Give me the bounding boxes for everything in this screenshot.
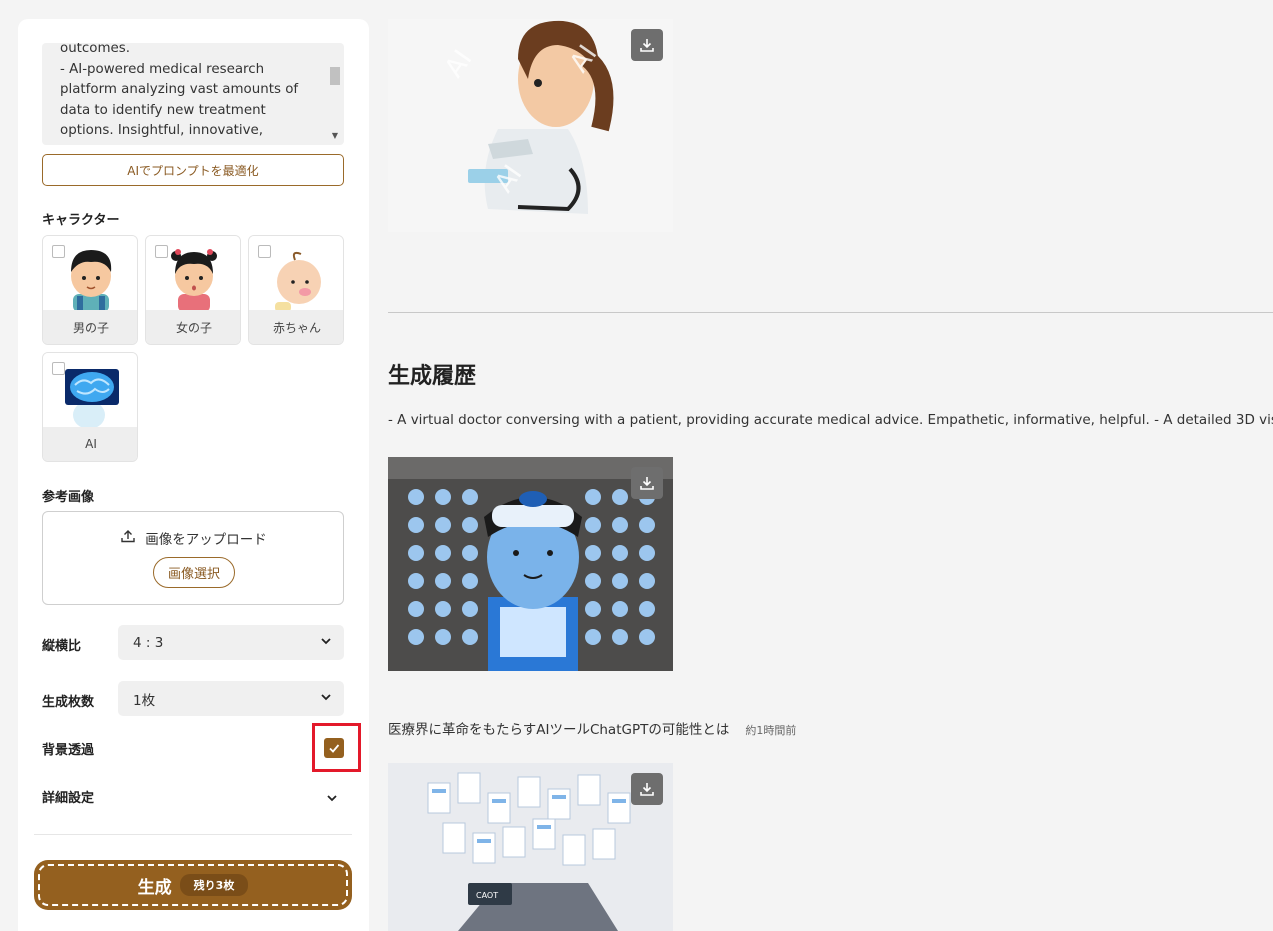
transparent-bg-checkbox[interactable] bbox=[324, 738, 344, 758]
download-button[interactable] bbox=[631, 467, 663, 499]
download-icon bbox=[640, 39, 654, 52]
download-icon bbox=[640, 477, 654, 490]
character-card-boy[interactable]: 男の子 bbox=[42, 235, 138, 345]
checkmark-icon bbox=[329, 744, 340, 753]
character-card-ai[interactable]: AI bbox=[42, 352, 138, 462]
character-checkbox-baby[interactable] bbox=[258, 245, 271, 258]
character-label: 女の子 bbox=[146, 310, 240, 344]
generate-button[interactable]: 生成 残り3枚 bbox=[34, 860, 352, 910]
prompt-textarea[interactable]: outcomes. - AI-powered medical research … bbox=[42, 43, 344, 145]
upload-label: 画像をアップロード bbox=[145, 532, 267, 548]
textarea-scrollbar[interactable]: ▼ bbox=[330, 47, 340, 141]
aspect-ratio-select[interactable]: 4 : 3 bbox=[118, 625, 344, 660]
image-count-value: 1枚 bbox=[133, 692, 156, 709]
divider bbox=[34, 834, 352, 835]
character-label: AI bbox=[43, 427, 137, 461]
history-item-time: 約1時間前 bbox=[745, 724, 797, 737]
scrollbar-thumb[interactable] bbox=[330, 67, 340, 85]
character-checkbox-girl[interactable] bbox=[155, 245, 168, 258]
advanced-settings-label[interactable]: 詳細設定 bbox=[42, 787, 94, 806]
download-button[interactable] bbox=[631, 29, 663, 61]
aspect-ratio-value: 4 : 3 bbox=[133, 634, 164, 651]
character-section-title: キャラクター bbox=[42, 213, 120, 228]
select-image-button[interactable]: 画像選択 bbox=[153, 557, 235, 588]
scroll-down-arrow-icon[interactable]: ▼ bbox=[330, 131, 340, 141]
chevron-down-icon bbox=[320, 691, 332, 707]
character-checkbox-ai[interactable] bbox=[52, 362, 65, 375]
download-icon bbox=[640, 783, 654, 796]
history-item-title: 医療界に革命をもたらすAIツールChatGPTの可能性とは bbox=[388, 722, 730, 738]
generate-label: 生成 bbox=[137, 877, 172, 898]
prompt-text: outcomes. - AI-powered medical research … bbox=[60, 43, 299, 138]
history-title: 生成履歴 bbox=[388, 364, 477, 389]
transparent-bg-label: 背景透過 bbox=[42, 743, 95, 758]
character-card-girl[interactable]: 女の子 bbox=[145, 235, 241, 345]
aspect-ratio-label: 縦横比 bbox=[42, 639, 82, 654]
upload-icon bbox=[121, 529, 135, 547]
svg-text:CAOT: CAOT bbox=[476, 891, 498, 900]
settings-sidebar: outcomes. - AI-powered medical research … bbox=[18, 19, 369, 931]
image-count-select[interactable]: 1枚 bbox=[118, 681, 344, 716]
character-card-baby[interactable]: 赤ちゃん bbox=[248, 235, 344, 345]
character-label: 男の子 bbox=[43, 310, 137, 344]
history-prompt: - A virtual doctor conversing with a pat… bbox=[388, 412, 1273, 428]
download-button[interactable] bbox=[631, 773, 663, 805]
svg-text:AI: AI bbox=[439, 45, 478, 83]
history-item-header: 医療界に革命をもたらすAIツールChatGPTの可能性とは 約1時間前 bbox=[388, 718, 796, 738]
chevron-down-icon bbox=[320, 635, 332, 651]
remaining-count-badge: 残り3枚 bbox=[179, 874, 249, 896]
optimize-prompt-button[interactable]: AIでプロンプトを最適化 bbox=[42, 154, 344, 186]
image-count-label: 生成枚数 bbox=[42, 695, 95, 710]
reference-image-title: 参考画像 bbox=[42, 490, 95, 505]
character-label: 赤ちゃん bbox=[249, 310, 343, 344]
section-divider bbox=[388, 312, 1273, 313]
chevron-down-icon[interactable] bbox=[326, 789, 338, 808]
reference-upload-area[interactable]: 画像をアップロード 画像選択 bbox=[42, 511, 344, 605]
character-checkbox-boy[interactable] bbox=[52, 245, 65, 258]
